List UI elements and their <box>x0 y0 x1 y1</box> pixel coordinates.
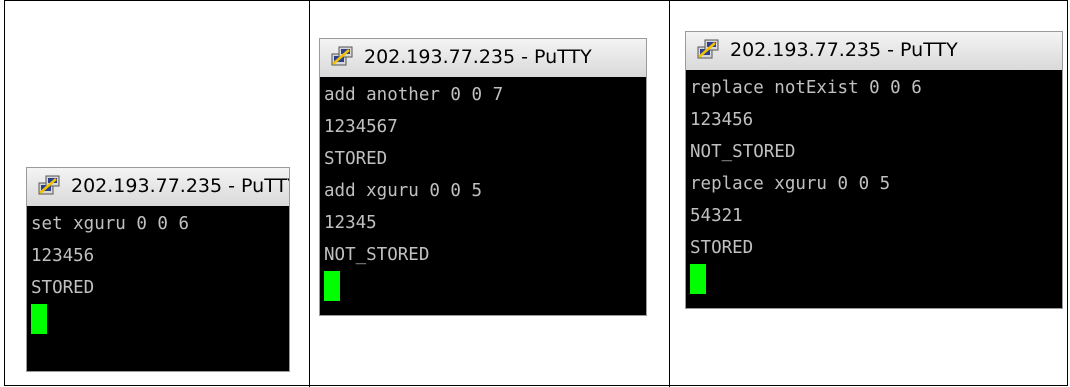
terminal-line: 12345 <box>324 213 377 233</box>
putty-window-1[interactable]: 202.193.77.235 - PuTTY set xguru 0 0 6 1… <box>26 167 290 372</box>
terminal-line: STORED <box>690 238 754 258</box>
terminal-line: add another 0 0 7 <box>324 85 504 105</box>
title-bar[interactable]: 202.193.77.235 - PuTTY <box>320 39 646 78</box>
putty-window-2[interactable]: 202.193.77.235 - PuTTY add another 0 0 7… <box>319 38 647 316</box>
title-bar[interactable]: 202.193.77.235 - PuTTY <box>686 32 1062 71</box>
terminal-area[interactable]: add another 0 0 7 1234567 STORED add xgu… <box>320 77 646 315</box>
terminal-line: STORED <box>31 278 95 298</box>
terminal-line: 1234567 <box>324 117 398 137</box>
terminal-cursor <box>690 264 706 294</box>
cell-divider <box>669 1 670 387</box>
terminal-line: add xguru 0 0 5 <box>324 181 483 201</box>
terminal-line: replace xguru 0 0 5 <box>690 174 891 194</box>
terminal-cursor <box>31 304 47 334</box>
putty-icon <box>331 46 353 66</box>
window-title: 202.193.77.235 - PuTTY <box>364 46 592 68</box>
terminal-line: 123456 <box>690 110 754 130</box>
putty-icon <box>697 39 719 59</box>
terminal-line: 123456 <box>31 246 95 266</box>
terminal-line: replace notExist 0 0 6 <box>690 78 922 98</box>
title-bar[interactable]: 202.193.77.235 - PuTTY <box>27 168 289 207</box>
terminal-line: NOT_STORED <box>690 142 796 162</box>
putty-window-3[interactable]: 202.193.77.235 - PuTTY replace notExist … <box>685 31 1063 309</box>
terminal-line: 54321 <box>690 206 743 226</box>
cell-divider <box>309 1 310 387</box>
terminal-area[interactable]: replace notExist 0 0 6 123456 NOT_STORED… <box>686 70 1062 308</box>
putty-icon <box>38 175 60 195</box>
terminal-area[interactable]: set xguru 0 0 6 123456 STORED <box>27 206 289 371</box>
window-title: 202.193.77.235 - PuTTY <box>71 175 289 197</box>
window-title: 202.193.77.235 - PuTTY <box>730 39 958 61</box>
terminal-line: set xguru 0 0 6 <box>31 214 190 234</box>
terminal-cursor <box>324 271 340 301</box>
terminal-line: STORED <box>324 149 388 169</box>
terminal-line: NOT_STORED <box>324 245 430 265</box>
